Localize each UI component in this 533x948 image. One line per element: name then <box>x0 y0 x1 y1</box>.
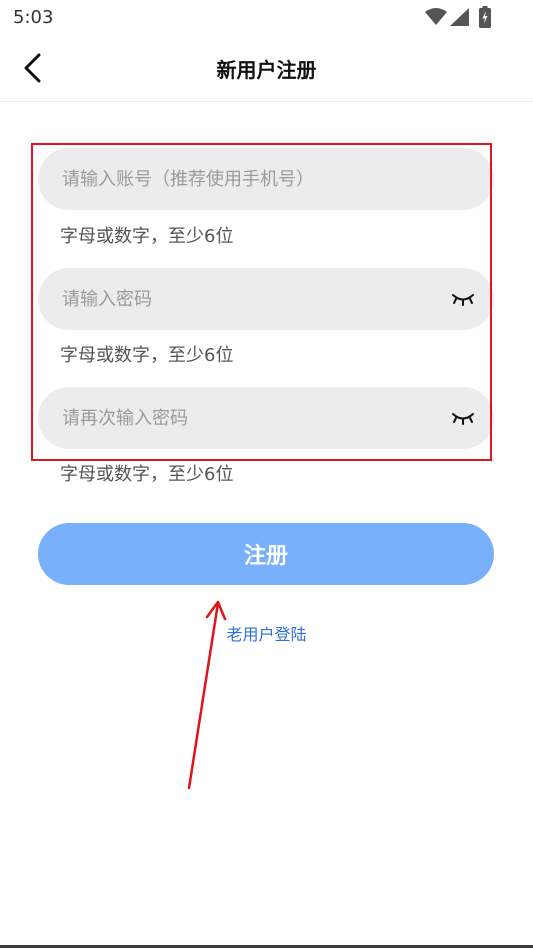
annotation-arrow-icon <box>187 600 227 790</box>
password-hint: 字母或数字，至少6位 <box>60 345 234 366</box>
password-input[interactable] <box>62 288 448 310</box>
eye-closed-icon <box>452 294 474 306</box>
confirm-password-visibility-toggle[interactable] <box>448 403 478 433</box>
eye-closed-icon <box>452 413 474 425</box>
signal-icon <box>450 8 469 26</box>
header: 新用户注册 <box>0 36 533 102</box>
account-input[interactable] <box>62 168 478 190</box>
status-bar: 5:03 <box>0 0 533 36</box>
password-field[interactable] <box>38 268 494 330</box>
wifi-icon <box>425 8 447 25</box>
page-title: 新用户注册 <box>216 58 317 82</box>
account-field[interactable] <box>38 148 494 210</box>
battery-icon <box>479 6 491 28</box>
confirm-password-field[interactable] <box>38 387 494 449</box>
status-time: 5:03 <box>13 7 54 28</box>
register-screen: 5:03 新用户注册 字母或数字，至少6位 <box>0 0 533 948</box>
confirm-password-input[interactable] <box>62 407 448 429</box>
confirm-password-hint: 字母或数字，至少6位 <box>60 464 234 485</box>
account-hint: 字母或数字，至少6位 <box>60 226 234 247</box>
login-link[interactable]: 老用户登陆 <box>0 621 533 645</box>
password-visibility-toggle[interactable] <box>448 284 478 314</box>
register-button[interactable]: 注册 <box>38 523 494 585</box>
